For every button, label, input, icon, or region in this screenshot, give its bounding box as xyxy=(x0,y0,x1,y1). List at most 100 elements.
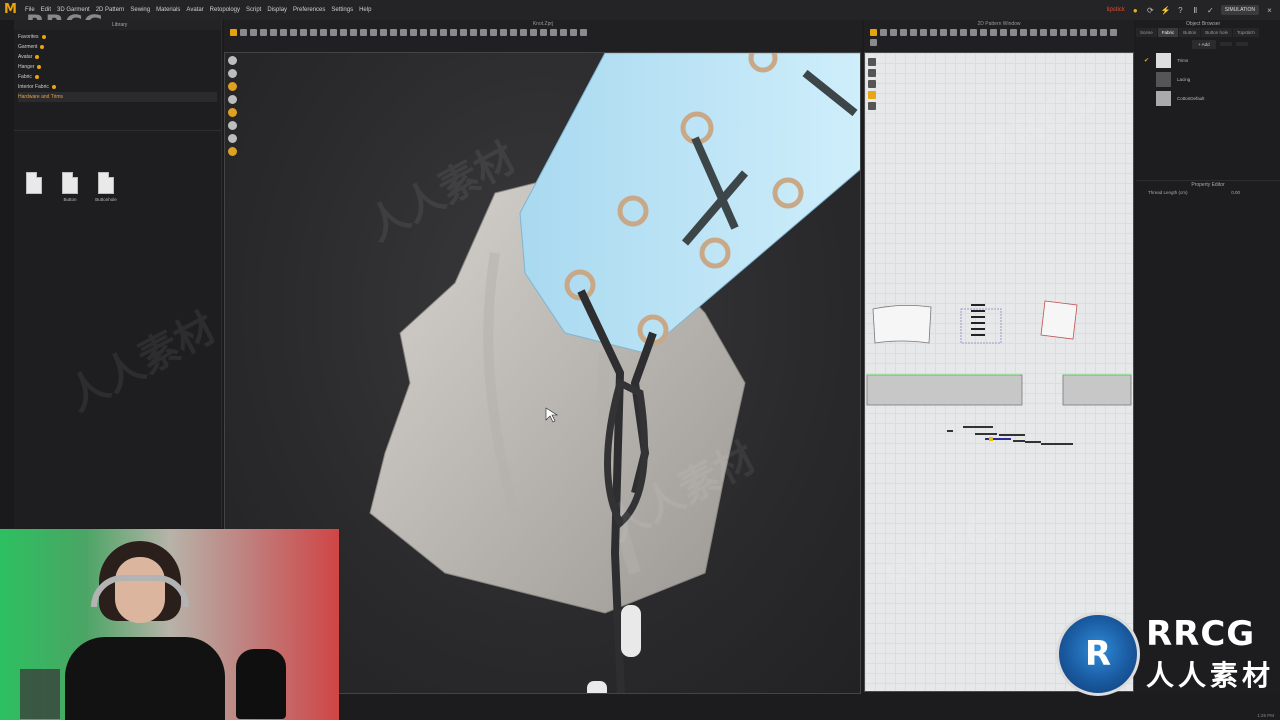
library-file-item[interactable] xyxy=(22,172,46,202)
property-value[interactable]: 0.00 xyxy=(1231,189,1240,197)
fold-tool-icon[interactable] xyxy=(250,29,257,36)
hanger-icon[interactable]: ● xyxy=(1131,6,1140,15)
edit-pattern-icon[interactable] xyxy=(880,29,887,36)
seam-allowance-icon[interactable] xyxy=(1000,29,1007,36)
page-tool-icon[interactable] xyxy=(868,102,876,110)
fit-tool-icon[interactable] xyxy=(490,29,497,36)
graphic-2d-icon[interactable] xyxy=(1030,29,1037,36)
menu-retopology[interactable]: Retopology xyxy=(207,7,243,13)
view-hand-icon[interactable] xyxy=(228,108,237,117)
tree-item-favorites[interactable]: Favorites xyxy=(18,32,217,42)
rectangle-icon[interactable] xyxy=(920,29,927,36)
hide-tool-icon[interactable] xyxy=(450,29,457,36)
circle-icon[interactable] xyxy=(930,29,937,36)
brush-tool-icon[interactable] xyxy=(868,69,876,77)
polygon-icon[interactable] xyxy=(910,29,917,36)
select-tool-icon[interactable] xyxy=(230,29,237,36)
menu-materials[interactable]: Materials xyxy=(153,7,183,13)
arrange-tool-icon[interactable] xyxy=(470,29,477,36)
view-texture-icon[interactable] xyxy=(228,147,237,156)
menu-script[interactable]: Script xyxy=(243,7,264,13)
curve-point-icon[interactable] xyxy=(900,29,907,36)
pen-tool-icon[interactable] xyxy=(868,58,876,66)
fit-2d-icon[interactable] xyxy=(1060,29,1067,36)
menu-settings[interactable]: Settings xyxy=(328,7,356,13)
check-icon[interactable]: ✓ xyxy=(1206,6,1215,15)
transform-pattern-icon[interactable] xyxy=(870,29,877,36)
zoom-2d-icon[interactable] xyxy=(1050,29,1057,36)
pause-icon[interactable]: Ⅱ xyxy=(1191,6,1200,15)
free-sewing-icon[interactable] xyxy=(970,29,977,36)
library-file-button[interactable]: Button xyxy=(58,172,82,202)
sewing-tool-icon[interactable] xyxy=(270,29,277,36)
view-body-icon[interactable] xyxy=(228,95,237,104)
texture-2d-icon[interactable] xyxy=(1020,29,1027,36)
library-file-buttonhole[interactable]: Buttonhole xyxy=(94,172,118,202)
tab-button[interactable]: Button xyxy=(1179,28,1201,37)
2d-pattern-window[interactable] xyxy=(864,52,1134,692)
view-avatar-icon[interactable] xyxy=(228,82,237,91)
texture-tool-icon[interactable] xyxy=(390,29,397,36)
retopo-tool-icon[interactable] xyxy=(410,29,417,36)
avatar-tool-icon[interactable] xyxy=(400,29,407,36)
move-tool-icon[interactable] xyxy=(240,29,247,36)
trim-tool-icon[interactable] xyxy=(320,29,327,36)
freeze-tool-icon[interactable] xyxy=(440,29,447,36)
tree-item-hardware-and-trims[interactable]: Hardware and Trims xyxy=(18,92,217,102)
lock-tool-icon[interactable] xyxy=(430,29,437,36)
menu-help[interactable]: Help xyxy=(356,7,374,13)
menu-avatar[interactable]: Avatar xyxy=(183,7,206,13)
button-2d-icon[interactable] xyxy=(1040,29,1047,36)
copy-fabric-button[interactable] xyxy=(1219,42,1232,46)
pin-tool-icon[interactable] xyxy=(260,29,267,36)
tab-scene[interactable]: Scene xyxy=(1136,28,1157,37)
project-name[interactable]: lipstick xyxy=(1107,7,1125,13)
trace-icon[interactable] xyxy=(980,29,987,36)
view-pan-icon[interactable] xyxy=(228,69,237,78)
pucker-2d-icon[interactable] xyxy=(1080,29,1087,36)
view-head-icon[interactable] xyxy=(228,134,237,143)
grab-tool-icon[interactable] xyxy=(510,29,517,36)
simulation-toggle[interactable]: SIMULATION xyxy=(1220,5,1259,15)
tree-item-interior-fabric[interactable]: Interior Fabric xyxy=(18,82,217,92)
grading-icon[interactable] xyxy=(1010,29,1017,36)
rotate-tool-icon[interactable] xyxy=(540,29,547,36)
menu-display[interactable]: Display xyxy=(264,7,290,13)
display-tool-icon[interactable] xyxy=(420,29,427,36)
tab-fabric[interactable]: Fabric xyxy=(1157,28,1179,37)
fabric-item-lacing[interactable]: Lacing xyxy=(1136,70,1280,89)
graphic-tool-icon[interactable] xyxy=(380,29,387,36)
segment-sewing-icon[interactable] xyxy=(960,29,967,36)
measure-tool-icon[interactable] xyxy=(280,29,287,36)
steam-tool-icon[interactable] xyxy=(500,29,507,36)
zipper-tool-icon[interactable] xyxy=(330,29,337,36)
tape-tool-icon[interactable] xyxy=(290,29,297,36)
render-tool-icon[interactable] xyxy=(460,29,467,36)
topstitch-tool-icon[interactable] xyxy=(360,29,367,36)
snap-tool-icon[interactable] xyxy=(570,29,577,36)
eye-tool-icon[interactable] xyxy=(868,80,876,88)
scale-tool-icon[interactable] xyxy=(550,29,557,36)
help-icon[interactable]: ? xyxy=(1176,6,1185,15)
add-fabric-button[interactable]: + Add xyxy=(1192,39,1216,49)
topstitch-2d-icon[interactable] xyxy=(1070,29,1077,36)
tree-item-garment[interactable]: Garment xyxy=(18,42,217,52)
align-tool-icon[interactable] xyxy=(560,29,567,36)
arrange-2d-icon[interactable] xyxy=(1090,29,1097,36)
fabric-item-trims[interactable]: ✔ Trims xyxy=(1136,51,1280,70)
layer-tool-icon[interactable] xyxy=(350,29,357,36)
lightning-icon[interactable]: ⚡ xyxy=(1161,6,1171,15)
strap-tool-icon[interactable] xyxy=(520,29,527,36)
delete-fabric-button[interactable] xyxy=(1235,42,1248,46)
window-close-icon[interactable]: × xyxy=(1265,6,1274,15)
pleat-icon[interactable] xyxy=(950,29,957,36)
view-garment-icon[interactable] xyxy=(228,121,237,130)
hand-tool-icon[interactable] xyxy=(868,91,876,99)
menu-preferences[interactable]: Preferences xyxy=(290,7,328,13)
add-point-icon[interactable] xyxy=(890,29,897,36)
elastic-tool-icon[interactable] xyxy=(340,29,347,36)
mirror-tool-icon[interactable] xyxy=(580,29,587,36)
tab-topstitch[interactable]: Topstitch xyxy=(1233,28,1259,37)
menu-sewing[interactable]: Sewing xyxy=(127,7,153,13)
tree-item-hanger[interactable]: Hanger xyxy=(18,62,217,72)
